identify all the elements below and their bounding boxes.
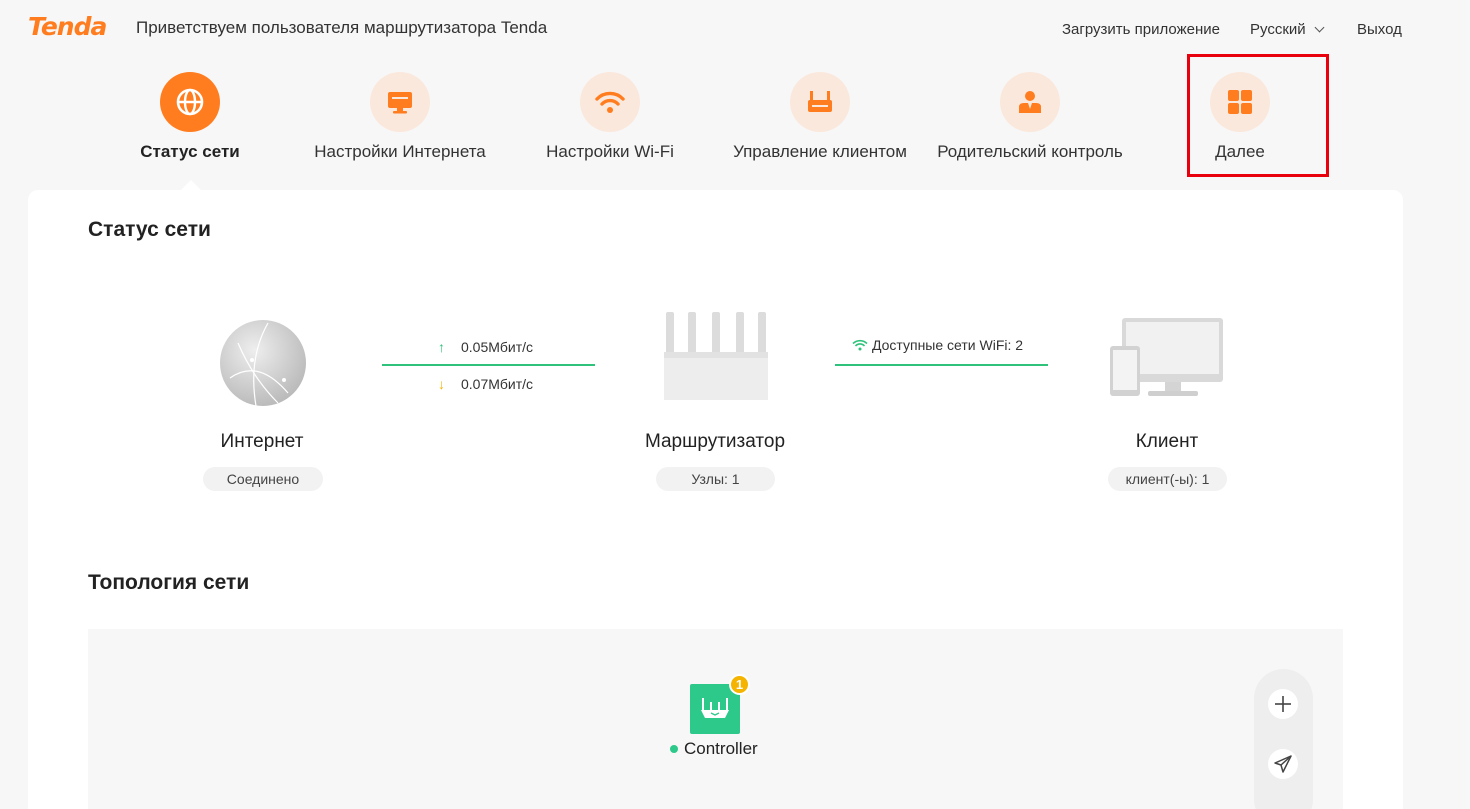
- router-icon: [701, 698, 729, 718]
- nav-label: Далее: [1215, 142, 1265, 161]
- upload-speed-value: 0.05Мбит/с: [461, 339, 534, 355]
- upload-speed: ↑ 0.05Мбит/с: [438, 339, 533, 355]
- nav-client-management[interactable]: Управление клиентом: [710, 70, 930, 180]
- nav-network-status[interactable]: Статус сети: [80, 70, 300, 180]
- nav-more[interactable]: Далее: [1130, 70, 1350, 180]
- nav-label: Статус сети: [140, 142, 240, 161]
- download-app-link[interactable]: Загрузить приложение: [1062, 21, 1220, 38]
- internet-status-badge: Соединено: [203, 467, 323, 491]
- person-icon: [1000, 72, 1060, 132]
- arrow-down-icon: ↓: [438, 376, 445, 392]
- internet-label: Интернет: [220, 431, 304, 452]
- router-icon: [790, 72, 850, 132]
- router-nodes-badge: Узлы: 1: [656, 467, 775, 491]
- download-speed-value: 0.07Мбит/с: [461, 376, 534, 392]
- tenda-logo[interactable]: Tenda: [28, 12, 107, 41]
- paper-plane-icon: [1274, 755, 1292, 773]
- internet-router-link: [382, 364, 595, 366]
- section-title-status: Статус сети: [88, 218, 211, 241]
- router-label: Маршрутизатор: [644, 431, 786, 452]
- wifi-available: Доступные сети WiFi: 2: [852, 337, 1023, 353]
- nav-label: Настройки Интернета: [314, 142, 486, 161]
- wifi-small-icon: [852, 339, 868, 351]
- language-select[interactable]: Русский: [1250, 21, 1325, 38]
- nav-internet-settings[interactable]: Настройки Интернета: [290, 70, 510, 180]
- router-device-icon: [660, 312, 772, 404]
- nav-label: Настройки Wi-Fi: [546, 142, 674, 161]
- language-label: Русский: [1250, 21, 1306, 38]
- download-speed: ↓ 0.07Мбит/с: [438, 376, 533, 392]
- nav-parental-control[interactable]: Родительский контроль: [920, 70, 1140, 180]
- client-devices-icon: [1110, 318, 1225, 398]
- arrow-up-icon: ↑: [438, 339, 445, 355]
- nav-wifi-settings[interactable]: Настройки Wi-Fi: [500, 70, 720, 180]
- controller-label: Controller: [670, 739, 758, 759]
- wifi-icon: [580, 72, 640, 132]
- online-status-dot: [670, 745, 678, 753]
- send-button[interactable]: [1268, 749, 1298, 779]
- monitor-icon: [370, 72, 430, 132]
- router-client-link: [835, 364, 1048, 366]
- controller-count-badge: 1: [729, 674, 750, 695]
- globe-icon: [160, 72, 220, 132]
- wifi-available-text: Доступные сети WiFi: 2: [872, 337, 1024, 353]
- client-count-badge: клиент(-ы): 1: [1108, 467, 1227, 491]
- client-label: Клиент: [1135, 431, 1199, 452]
- controller-label-text: Controller: [684, 739, 758, 758]
- internet-globe-icon: [218, 318, 308, 408]
- grid-icon: [1210, 72, 1270, 132]
- chevron-down-icon: [1314, 22, 1325, 33]
- section-title-topology: Топология сети: [88, 571, 250, 594]
- header: Tenda Приветствуем пользователя маршрути…: [0, 0, 1470, 56]
- active-tab-pointer: [181, 180, 201, 190]
- logout-link[interactable]: Выход: [1357, 21, 1402, 38]
- nav-label: Родительский контроль: [937, 142, 1123, 161]
- nav-label: Управление клиентом: [733, 142, 907, 161]
- plus-icon: [1275, 696, 1291, 712]
- add-node-button[interactable]: [1268, 689, 1298, 719]
- welcome-text: Приветствуем пользователя маршрутизатора…: [136, 18, 548, 37]
